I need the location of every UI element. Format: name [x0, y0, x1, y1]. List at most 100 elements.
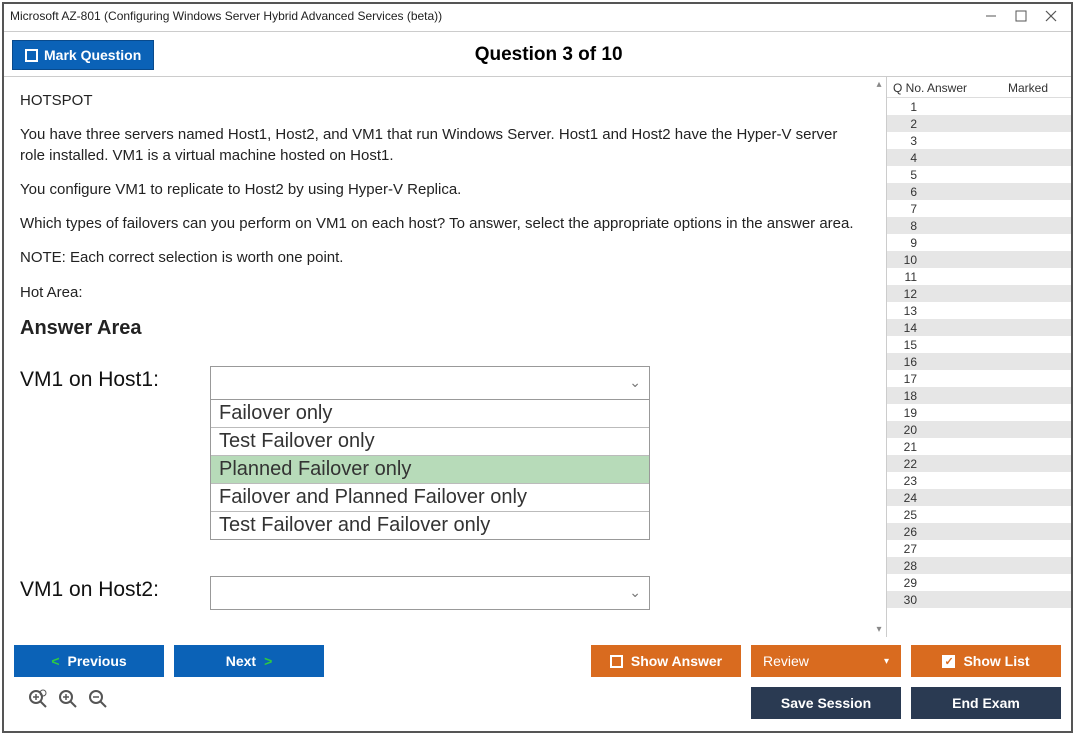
question-number: 5 [893, 168, 927, 182]
question-number: 7 [893, 202, 927, 216]
question-list-row[interactable]: 22 [887, 455, 1071, 472]
question-list-row[interactable]: 30 [887, 591, 1071, 608]
chevron-right-icon: > [264, 653, 272, 669]
caret-down-icon: ▾ [884, 656, 889, 667]
previous-label: Previous [68, 653, 127, 669]
end-exam-button[interactable]: End Exam [911, 687, 1061, 719]
question-list-row[interactable]: 27 [887, 540, 1071, 557]
chevron-down-icon: ⌄ [629, 374, 641, 391]
question-number: 25 [893, 508, 927, 522]
next-button[interactable]: Next > [174, 645, 324, 677]
question-number: 2 [893, 117, 927, 131]
dropdown-1-select[interactable]: ⌄ [210, 366, 650, 400]
question-number: 12 [893, 287, 927, 301]
answer-area-heading: Answer Area [20, 317, 856, 340]
show-answer-button[interactable]: Show Answer [591, 645, 741, 677]
question-list-row[interactable]: 4 [887, 149, 1071, 166]
question-list-row[interactable]: 1 [887, 98, 1071, 115]
dropdown-1-option[interactable]: Failover and Planned Failover only [211, 484, 649, 512]
col-header-answer: Answer [927, 81, 991, 95]
question-list-row[interactable]: 17 [887, 370, 1071, 387]
question-list-row[interactable]: 2 [887, 115, 1071, 132]
show-list-button[interactable]: ✓ Show List [911, 645, 1061, 677]
question-list-row[interactable]: 15 [887, 336, 1071, 353]
question-number: 13 [893, 304, 927, 318]
question-list-row[interactable]: 12 [887, 285, 1071, 302]
save-session-button[interactable]: Save Session [751, 687, 901, 719]
question-number: 3 [893, 134, 927, 148]
question-list-row[interactable]: 19 [887, 404, 1071, 421]
col-header-qno: Q No. [893, 81, 927, 95]
question-list-row[interactable]: 7 [887, 200, 1071, 217]
show-answer-label: Show Answer [631, 653, 722, 669]
question-number: 24 [893, 491, 927, 505]
minimize-icon[interactable] [985, 10, 997, 22]
previous-button[interactable]: < Previous [14, 645, 164, 677]
question-counter: Question 3 of 10 [154, 44, 1063, 66]
chevron-left-icon: < [51, 653, 59, 669]
question-number: 27 [893, 542, 927, 556]
question-list-row[interactable]: 9 [887, 234, 1071, 251]
end-exam-label: End Exam [952, 695, 1020, 711]
question-number: 10 [893, 253, 927, 267]
question-list-row[interactable]: 23 [887, 472, 1071, 489]
question-para-2: You configure VM1 to replicate to Host2 … [20, 180, 856, 200]
question-pane: HOTSPOT You have three servers named Hos… [4, 77, 872, 637]
question-number: 21 [893, 440, 927, 454]
dropdown-1-option[interactable]: Failover only [211, 400, 649, 428]
checkbox-checked-icon: ✓ [942, 655, 955, 668]
question-list-row[interactable]: 25 [887, 506, 1071, 523]
question-list-row[interactable]: 29 [887, 574, 1071, 591]
zoom-in-icon[interactable] [58, 689, 80, 711]
question-para-3: Which types of failovers can you perform… [20, 214, 856, 234]
window-titlebar: Microsoft AZ-801 (Configuring Windows Se… [4, 4, 1071, 32]
zoom-reset-icon[interactable] [28, 689, 50, 711]
question-tag: HOTSPOT [20, 91, 856, 111]
question-list-row[interactable]: 24 [887, 489, 1071, 506]
dropdown-1-option[interactable]: Test Failover and Failover only [211, 512, 649, 539]
question-list-row[interactable]: 13 [887, 302, 1071, 319]
dropdown-1-list: Failover only Test Failover only Planned… [210, 400, 650, 540]
question-number: 28 [893, 559, 927, 573]
question-number: 17 [893, 372, 927, 386]
question-list-row[interactable]: 16 [887, 353, 1071, 370]
question-list-row[interactable]: 26 [887, 523, 1071, 540]
question-list-row[interactable]: 20 [887, 421, 1071, 438]
zoom-out-icon[interactable] [88, 689, 110, 711]
col-header-marked: Marked [991, 81, 1065, 95]
mark-question-button[interactable]: Mark Question [12, 40, 154, 70]
question-list-row[interactable]: 6 [887, 183, 1071, 200]
question-number: 11 [893, 270, 927, 284]
question-list-row[interactable]: 14 [887, 319, 1071, 336]
dropdown-1-option[interactable]: Planned Failover only [211, 456, 649, 484]
dropdown-1-option[interactable]: Test Failover only [211, 428, 649, 456]
mark-question-label: Mark Question [44, 47, 141, 63]
question-number: 15 [893, 338, 927, 352]
question-list-row[interactable]: 3 [887, 132, 1071, 149]
hotspot-row-2: VM1 on Host2: ⌄ [20, 576, 856, 610]
question-number: 6 [893, 185, 927, 199]
question-list-row[interactable]: 10 [887, 251, 1071, 268]
question-list-row[interactable]: 11 [887, 268, 1071, 285]
question-list[interactable]: 1234567891011121314151617181920212223242… [887, 97, 1071, 637]
scroll-up-icon[interactable]: ▴ [876, 79, 881, 90]
window-title: Microsoft AZ-801 (Configuring Windows Se… [10, 9, 985, 23]
question-note: NOTE: Each correct selection is worth on… [20, 248, 856, 268]
maximize-icon[interactable] [1015, 10, 1027, 22]
question-para-1: You have three servers named Host1, Host… [20, 125, 856, 166]
scroll-down-icon[interactable]: ▾ [876, 624, 881, 635]
question-list-row[interactable]: 8 [887, 217, 1071, 234]
question-number: 29 [893, 576, 927, 590]
question-list-row[interactable]: 21 [887, 438, 1071, 455]
dropdown-2-select[interactable]: ⌄ [210, 576, 650, 610]
question-number: 19 [893, 406, 927, 420]
question-number: 26 [893, 525, 927, 539]
question-list-row[interactable]: 18 [887, 387, 1071, 404]
question-number: 14 [893, 321, 927, 335]
question-list-row[interactable]: 28 [887, 557, 1071, 574]
question-list-row[interactable]: 5 [887, 166, 1071, 183]
close-icon[interactable] [1045, 10, 1057, 22]
review-button[interactable]: Review ▾ [751, 645, 901, 677]
question-number: 22 [893, 457, 927, 471]
question-number: 1 [893, 100, 927, 114]
